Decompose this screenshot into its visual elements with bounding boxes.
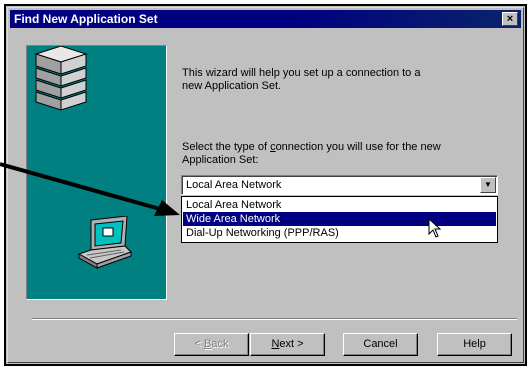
list-item-wide-area-network[interactable]: Wide Area Network <box>183 212 496 226</box>
laptop-icon <box>77 216 132 269</box>
connection-type-combobox[interactable]: Local Area Network ▼ <box>181 175 498 195</box>
list-item-dial-up-networking[interactable]: Dial-Up Networking (PPP/RAS) <box>183 226 496 240</box>
server-stack-icon <box>34 46 88 111</box>
help-button[interactable]: Help <box>437 333 512 356</box>
back-button[interactable]: < Back <box>174 333 249 356</box>
combobox-selected-value: Local Area Network <box>186 179 282 191</box>
title-bar[interactable]: Find New Application Set × <box>10 10 521 28</box>
chevron-down-icon: ▼ <box>484 180 492 189</box>
combobox-dropdown-button[interactable]: ▼ <box>480 177 496 193</box>
back-prefix: < <box>194 338 204 350</box>
connection-prompt: Select the type of connection you will u… <box>182 141 482 167</box>
close-button[interactable]: × <box>502 12 518 26</box>
next-button[interactable]: Next > <box>250 333 325 356</box>
wizard-illustration-panel <box>26 45 167 300</box>
connection-type-list[interactable]: Local Area Network Wide Area Network Dia… <box>181 196 498 243</box>
back-label: ack <box>211 338 229 350</box>
mouse-cursor-icon <box>428 218 442 238</box>
cancel-button[interactable]: Cancel <box>343 333 418 356</box>
button-separator <box>32 318 517 320</box>
list-item-local-area-network[interactable]: Local Area Network <box>183 198 496 212</box>
prompt-text-start: Select the type of <box>182 141 271 153</box>
next-label: ext > <box>279 338 304 350</box>
window-title: Find New Application Set <box>14 12 158 26</box>
close-icon: × <box>506 13 514 25</box>
intro-text: This wizard will help you set up a conne… <box>182 67 421 92</box>
